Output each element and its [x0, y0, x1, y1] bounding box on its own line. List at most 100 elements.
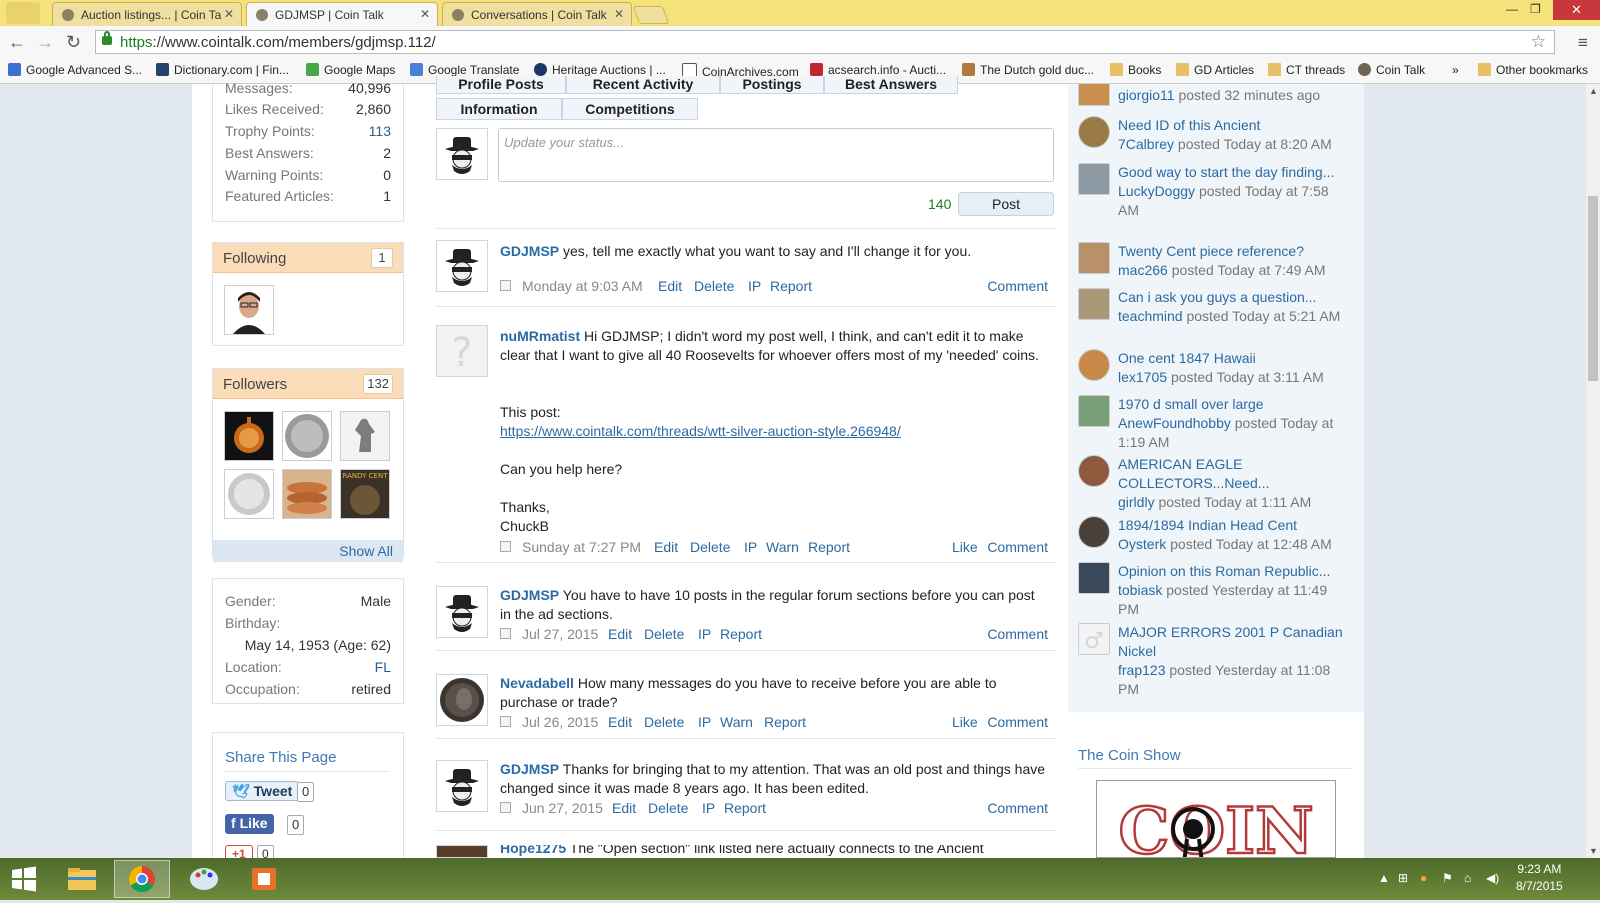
thread-poster[interactable]: AnewFoundhobby — [1118, 415, 1231, 431]
following-avatar[interactable] — [224, 285, 274, 335]
follower-avatar[interactable]: RANDY CENT — [340, 469, 390, 519]
delete-link[interactable]: Delete — [644, 714, 684, 730]
post-date[interactable]: Sunday at 7:27 PM — [522, 539, 641, 555]
post-avatar[interactable] — [436, 240, 488, 292]
thread-title[interactable]: Can i ask you guys a question... — [1118, 288, 1350, 307]
post-date[interactable]: Monday at 9:03 AM — [522, 278, 643, 294]
select-checkbox[interactable] — [500, 280, 511, 291]
bookmark-folder-ct-threads[interactable]: CT threads — [1268, 63, 1345, 77]
action-center-icon[interactable]: ⊞ — [1398, 871, 1408, 885]
like-link[interactable]: Like — [952, 539, 978, 555]
start-button[interactable] — [0, 860, 48, 898]
comment-link[interactable]: Comment — [987, 714, 1048, 730]
report-link[interactable]: Report — [720, 626, 762, 642]
delete-link[interactable]: Delete — [694, 278, 734, 294]
thread-title[interactable]: Opinion on this Roman Republic... — [1118, 562, 1350, 581]
comment-link[interactable]: Comment — [987, 626, 1048, 642]
coin-show-banner[interactable]: COIN — [1096, 780, 1336, 858]
bookmark-folder-books[interactable]: Books — [1110, 63, 1161, 77]
reload-icon[interactable]: ↻ — [66, 32, 81, 53]
notification-icon[interactable]: ● — [1420, 871, 1427, 885]
show-all-followers-link[interactable]: Show All — [213, 540, 403, 562]
followers-header[interactable]: Followers 132 — [213, 369, 403, 399]
ip-link[interactable]: IP — [698, 714, 711, 730]
close-icon[interactable]: ✕ — [224, 7, 234, 21]
follower-avatar[interactable] — [282, 411, 332, 461]
post-avatar[interactable] — [436, 674, 488, 726]
chrome-taskbar-button[interactable] — [114, 860, 170, 898]
thread-title[interactable]: Need ID of this Ancient — [1118, 116, 1350, 135]
own-avatar[interactable] — [436, 128, 488, 180]
back-icon[interactable]: ← — [8, 32, 26, 53]
tab-gdjmsp[interactable]: GDJMSP | Coin Talk ✕ — [246, 2, 438, 26]
following-header[interactable]: Following 1 — [213, 243, 403, 273]
info-value[interactable]: FL — [375, 659, 391, 675]
tab-competitions[interactable]: Competitions — [562, 98, 698, 120]
post-date[interactable]: Jul 26, 2015 — [522, 714, 598, 730]
ip-link[interactable]: IP — [698, 626, 711, 642]
edit-link[interactable]: Edit — [658, 278, 682, 294]
page-scrollbar[interactable]: ▲ ▼ — [1586, 84, 1600, 858]
post-username[interactable]: GDJMSP — [500, 761, 559, 777]
post-username[interactable]: Nevadabell — [500, 675, 574, 691]
thread-poster[interactable]: mac266 — [1118, 262, 1168, 278]
thread-title[interactable]: 1894/1894 Indian Head Cent — [1118, 516, 1350, 535]
tab-information[interactable]: Information — [436, 98, 562, 120]
minimize-icon[interactable]: — — [1506, 2, 1518, 16]
thread-title[interactable]: MAJOR ERRORS 2001 P Canadian Nickel — [1118, 623, 1350, 661]
office-button[interactable] — [240, 860, 288, 898]
ip-link[interactable]: IP — [748, 278, 761, 294]
bookmarks-overflow-button[interactable]: » — [1452, 63, 1459, 77]
follower-avatar[interactable] — [224, 411, 274, 461]
warn-link[interactable]: Warn — [766, 539, 799, 555]
forward-icon[interactable]: → — [36, 32, 54, 53]
bookmark-google-advanced[interactable]: Google Advanced S... — [8, 63, 142, 77]
thread-title[interactable]: Good way to start the day finding... — [1118, 163, 1350, 182]
status-input[interactable]: Update your status... — [498, 128, 1054, 182]
post-avatar[interactable]: ? — [436, 325, 488, 377]
comment-link[interactable]: Comment — [987, 800, 1048, 816]
network-icon[interactable]: ⌂ — [1464, 871, 1471, 885]
close-icon[interactable]: ✕ — [614, 7, 624, 21]
thread-link[interactable]: https://www.cointalk.com/threads/wtt-sil… — [500, 423, 901, 439]
delete-link[interactable]: Delete — [648, 800, 688, 816]
file-explorer-button[interactable] — [58, 860, 106, 898]
bookmark-folder-gd-articles[interactable]: GD Articles — [1176, 63, 1254, 77]
facebook-like-button[interactable]: f Like — [225, 814, 274, 834]
stat-value[interactable]: 113 — [369, 123, 391, 139]
paint-button[interactable] — [180, 860, 228, 898]
volume-icon[interactable]: ◀) — [1486, 871, 1499, 885]
report-link[interactable]: Report — [764, 714, 806, 730]
recent-thread-item[interactable]: giorgio11 posted 32 minutes ago — [1078, 84, 1350, 106]
report-link[interactable]: Report — [808, 539, 850, 555]
bookmark-coin-talk[interactable]: Coin Talk — [1358, 63, 1425, 77]
select-checkbox[interactable] — [500, 541, 511, 552]
post-avatar[interactable] — [436, 845, 488, 858]
scroll-down-icon[interactable]: ▼ — [1589, 846, 1598, 856]
close-icon[interactable]: ✕ — [420, 7, 430, 21]
address-bar[interactable]: https://www.cointalk.com/members/gdjmsp.… — [95, 30, 1555, 54]
thread-title[interactable]: 1970 d small over large — [1118, 395, 1350, 414]
post-username[interactable]: GDJMSP — [500, 243, 559, 259]
post-avatar[interactable] — [436, 586, 488, 638]
edit-link[interactable]: Edit — [608, 714, 632, 730]
bookmark-dictionary[interactable]: Dictionary.com | Fin... — [156, 63, 289, 77]
thread-poster[interactable]: tobiask — [1118, 582, 1162, 598]
bookmark-google-maps[interactable]: Google Maps — [306, 63, 395, 77]
thread-poster[interactable]: girldly — [1118, 494, 1155, 510]
system-clock[interactable]: 9:23 AM 8/7/2015 — [1516, 861, 1563, 895]
follower-avatar[interactable] — [224, 469, 274, 519]
show-hidden-icons-icon[interactable]: ▲ — [1378, 871, 1390, 885]
like-link[interactable]: Like — [952, 714, 978, 730]
report-link[interactable]: Report — [724, 800, 766, 816]
select-checkbox[interactable] — [500, 802, 511, 813]
thread-poster[interactable]: giorgio11 — [1118, 87, 1175, 103]
edit-link[interactable]: Edit — [608, 626, 632, 642]
thread-poster[interactable]: Oysterk — [1118, 536, 1166, 552]
coin-show-title[interactable]: The Coin Show — [1078, 747, 1181, 764]
edit-link[interactable]: Edit — [612, 800, 636, 816]
scroll-thumb[interactable] — [1588, 196, 1598, 381]
post-date[interactable]: Jun 27, 2015 — [522, 800, 603, 816]
new-tab-button[interactable] — [632, 6, 670, 24]
comment-link[interactable]: Comment — [987, 278, 1048, 294]
